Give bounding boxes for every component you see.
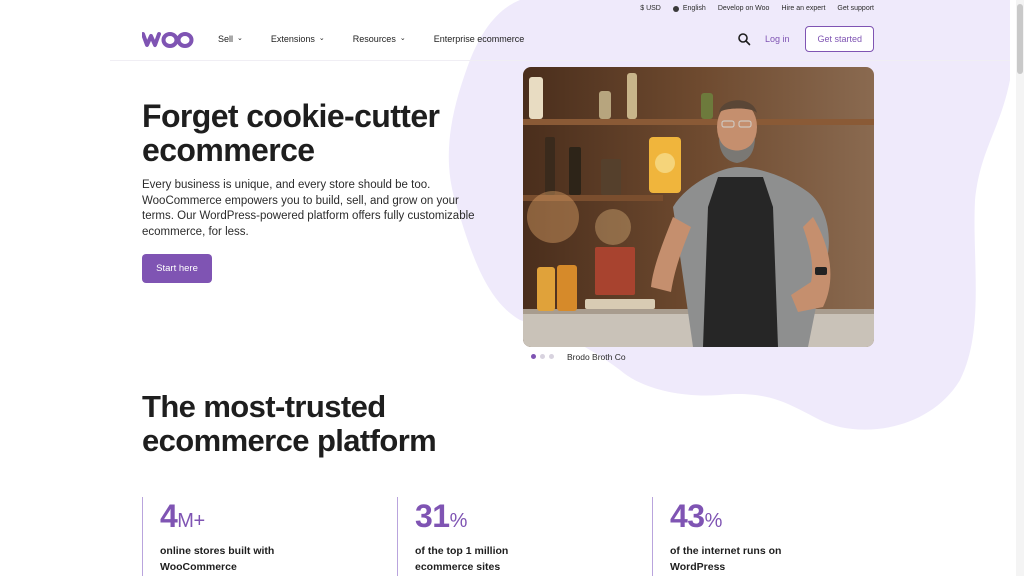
nav-actions: Log in Get started — [737, 26, 874, 52]
nav-extensions-label: Extensions — [270, 34, 315, 44]
stat-wordpress: 43% of the internet runs on WordPress — [652, 497, 810, 576]
hero-image — [523, 67, 874, 347]
language-label: English — [682, 5, 706, 12]
carousel-dot[interactable] — [531, 354, 536, 359]
carousel-dot[interactable] — [549, 354, 554, 359]
nav-extensions[interactable]: Extensions ⌄ — [271, 34, 325, 44]
main-nav: woo Sell ⌄ Extensions ⌄ Resources ⌄ Ente… — [142, 24, 874, 54]
globe-icon — [672, 5, 679, 12]
hero-image-caption: Brodo Broth Co — [567, 352, 626, 362]
stat-description: of the internet runs on WordPress — [670, 545, 782, 573]
carousel-dots — [531, 354, 554, 359]
nav-links: Sell ⌄ Extensions ⌄ Resources ⌄ Enterpri… — [218, 34, 552, 44]
page: $ USD English Develop on Woo Hire an exp… — [0, 0, 1024, 576]
chevron-down-icon: ⌄ — [399, 35, 406, 42]
stat-description: of the top 1 million ecommerce sites — [415, 545, 509, 573]
currency-selector[interactable]: $ USD — [640, 5, 661, 12]
scrollbar-track[interactable] — [1016, 0, 1024, 576]
stat-top-sites: 31% of the top 1 million ecommerce sites — [397, 497, 555, 576]
start-here-button[interactable]: Start here — [142, 254, 212, 283]
get-started-button[interactable]: Get started — [805, 26, 874, 52]
develop-link[interactable]: Develop on Woo — [718, 5, 770, 12]
stat-unit: % — [704, 510, 723, 532]
trusted-heading: The most-trusted ecommerce platform — [142, 389, 437, 458]
nav-divider — [110, 60, 1010, 61]
hire-expert-link[interactable]: Hire an expert — [781, 5, 825, 12]
nav-resources-label: Resources — [352, 34, 396, 44]
stat-number: 31 — [415, 498, 450, 534]
language-selector[interactable]: English — [672, 5, 706, 12]
search-icon[interactable] — [737, 32, 751, 46]
stat-value: 4M+ — [160, 497, 300, 540]
stat-stores: 4M+ online stores built with WooCommerce — [142, 497, 300, 576]
nav-enterprise-label: Enterprise ecommerce — [433, 34, 525, 44]
woo-logo[interactable]: woo — [142, 30, 194, 48]
nav-sell[interactable]: Sell ⌄ — [218, 34, 243, 44]
utility-bar: $ USD English Develop on Woo Hire an exp… — [640, 5, 874, 12]
nav-enterprise[interactable]: Enterprise ecommerce — [434, 34, 525, 44]
stat-value: 43% — [670, 497, 810, 540]
stat-unit: % — [449, 510, 468, 532]
stat-description: online stores built with WooCommerce — [160, 545, 275, 573]
nav-resources[interactable]: Resources ⌄ — [353, 34, 406, 44]
hero-description: Every business is unique, and every stor… — [142, 179, 475, 238]
support-link[interactable]: Get support — [837, 5, 874, 12]
stat-number: 4 — [160, 498, 178, 534]
nav-sell-label: Sell — [218, 34, 234, 44]
stat-unit: M+ — [177, 510, 205, 532]
chevron-down-icon: ⌄ — [237, 35, 243, 42]
chevron-down-icon: ⌄ — [318, 35, 325, 42]
carousel-dot[interactable] — [540, 354, 545, 359]
login-link[interactable]: Log in — [765, 34, 790, 44]
hero-title: Forget cookie-cutter ecommerce — [142, 98, 440, 168]
stat-value: 31% — [415, 497, 555, 540]
stat-number: 43 — [670, 498, 705, 534]
scrollbar-thumb[interactable] — [1017, 4, 1023, 74]
